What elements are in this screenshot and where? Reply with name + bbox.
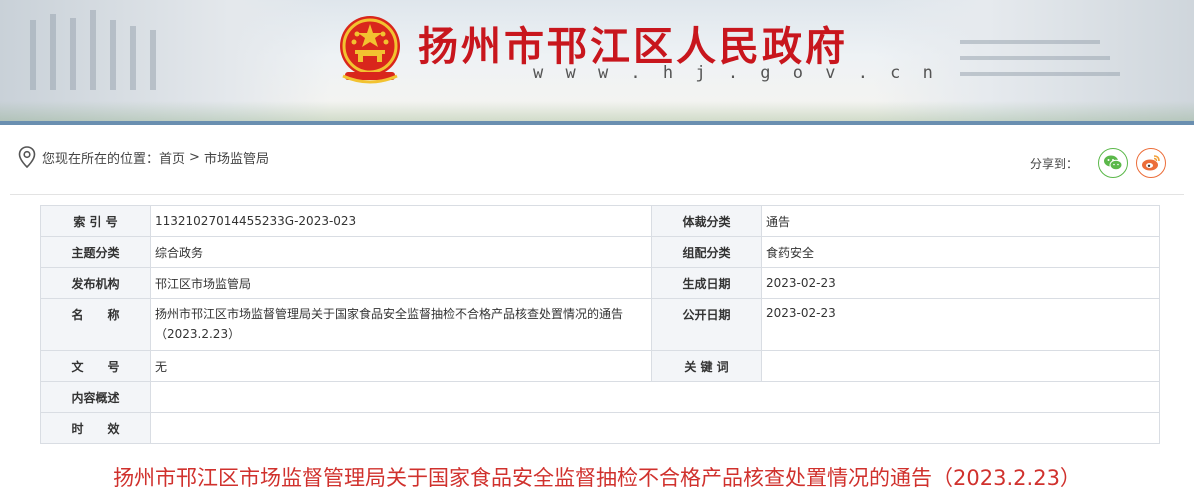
meta-value: 11321027014455233G-2023-023 bbox=[150, 205, 652, 237]
breadcrumb-home-link[interactable]: 首页 bbox=[159, 148, 185, 167]
meta-key: 组配分类 bbox=[651, 236, 762, 268]
wechat-icon bbox=[1104, 155, 1123, 171]
meta-value: 扬州市邗江区市场监督管理局关于国家食品安全监督抽检不合格产品核查处置情况的通告（… bbox=[150, 298, 652, 351]
site-url: w w w . h j . g o v . c n bbox=[533, 63, 939, 83]
meta-value: 综合政务 bbox=[150, 236, 652, 268]
meta-value: 2023-02-23 bbox=[761, 267, 1160, 299]
share-weibo-button[interactable] bbox=[1136, 148, 1167, 178]
location-pin-icon bbox=[18, 146, 36, 168]
table-row: 文 号 无 关 键 词 bbox=[40, 350, 1160, 382]
meta-value: 食药安全 bbox=[761, 236, 1160, 268]
share-bar: 分享到： bbox=[1030, 148, 1167, 178]
meta-key: 公开日期 bbox=[651, 298, 762, 351]
breadcrumb: 您现在所在的位置： 首页 > 市场监管局 bbox=[18, 145, 269, 169]
meta-key: 关 键 词 bbox=[651, 350, 762, 382]
share-wechat-button[interactable] bbox=[1098, 148, 1129, 178]
meta-value: 通告 bbox=[761, 205, 1160, 237]
meta-key: 名 称 bbox=[40, 298, 151, 351]
meta-value bbox=[150, 412, 1160, 444]
meta-key: 索 引 号 bbox=[40, 205, 151, 237]
meta-key: 体裁分类 bbox=[651, 205, 762, 237]
meta-value: 2023-02-23 bbox=[761, 298, 1160, 351]
site-banner: 扬州市邗江区人民政府 w w w . h j . g o v . c n bbox=[0, 0, 1194, 125]
divider bbox=[10, 194, 1184, 195]
meta-key: 文 号 bbox=[40, 350, 151, 382]
table-row: 索 引 号 11321027014455233G-2023-023 体裁分类 通… bbox=[40, 205, 1160, 237]
table-row: 主题分类 综合政务 组配分类 食药安全 bbox=[40, 236, 1160, 268]
national-emblem-icon[interactable] bbox=[335, 12, 405, 88]
document-title: 扬州市邗江区市场监督管理局关于国家食品安全监督抽检不合格产品核查处置情况的通告（… bbox=[113, 466, 1081, 490]
meta-value: 邗江区市场监管局 bbox=[150, 267, 652, 299]
breadcrumb-separator: > bbox=[189, 149, 200, 165]
banner-bottom-line bbox=[0, 121, 1194, 125]
breadcrumb-current-link[interactable]: 市场监管局 bbox=[204, 148, 269, 167]
table-row: 时 效 bbox=[40, 412, 1160, 444]
meta-key: 主题分类 bbox=[40, 236, 151, 268]
meta-key: 发布机构 bbox=[40, 267, 151, 299]
meta-key: 生成日期 bbox=[651, 267, 762, 299]
weibo-icon bbox=[1142, 155, 1160, 171]
meta-value: 无 bbox=[150, 350, 652, 382]
table-row: 名 称 扬州市邗江区市场监督管理局关于国家食品安全监督抽检不合格产品核查处置情况… bbox=[40, 298, 1160, 351]
meta-value bbox=[761, 350, 1160, 382]
meta-key: 时 效 bbox=[40, 412, 151, 444]
share-label: 分享到： bbox=[1030, 156, 1079, 171]
document-meta-table: 索 引 号 11321027014455233G-2023-023 体裁分类 通… bbox=[40, 205, 1160, 444]
table-row: 内容概述 bbox=[40, 381, 1160, 413]
meta-key: 内容概述 bbox=[40, 381, 151, 413]
meta-value bbox=[150, 381, 1160, 413]
breadcrumb-prefix: 您现在所在的位置： bbox=[42, 151, 160, 167]
table-row: 发布机构 邗江区市场监管局 生成日期 2023-02-23 bbox=[40, 267, 1160, 299]
